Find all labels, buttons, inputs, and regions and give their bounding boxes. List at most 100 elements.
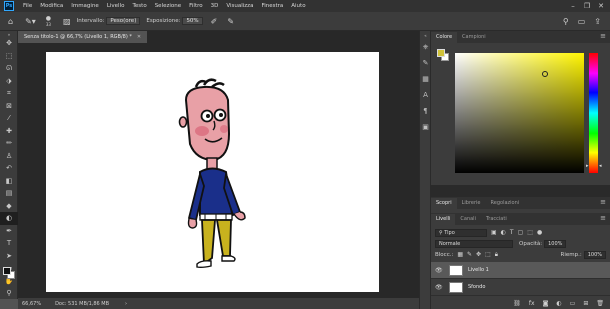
- close-window-button[interactable]: ✕: [594, 0, 608, 12]
- menu-file[interactable]: File: [19, 3, 36, 9]
- hue-slider-marker-left-icon[interactable]: ▸: [586, 163, 589, 169]
- history-panel-icon[interactable]: ⎈: [420, 39, 431, 55]
- tab-livelli[interactable]: Livelli: [431, 214, 456, 225]
- adjust-panel-icon[interactable]: ▦: [420, 71, 431, 87]
- document-canvas[interactable]: [46, 52, 379, 292]
- type-tool-icon[interactable]: T: [0, 237, 18, 250]
- menu-selezione[interactable]: Selezione: [151, 3, 185, 9]
- layer-row-livello-1[interactable]: 👁︎ Livello 1: [431, 262, 610, 279]
- interval-dropdown[interactable]: Peso(ore): [106, 17, 141, 25]
- home-icon[interactable]: ⌂: [8, 17, 13, 26]
- filter-pixel-icon[interactable]: ▣: [491, 229, 497, 236]
- crop-tool-icon[interactable]: ⌗: [0, 87, 18, 100]
- layer-style-icon[interactable]: fx: [529, 300, 535, 307]
- tab-regolazioni[interactable]: Regolazioni: [486, 198, 525, 209]
- color-picker-cursor[interactable]: [542, 71, 548, 77]
- hue-slider-marker-right-icon[interactable]: ◂: [599, 163, 602, 169]
- blend-mode-dropdown[interactable]: Normale: [435, 239, 513, 248]
- panel-menu-icon[interactable]: ≡: [600, 32, 606, 40]
- marquee-tool-icon[interactable]: ⬚: [0, 50, 18, 63]
- maximize-button[interactable]: ❐: [580, 0, 594, 12]
- menu-modifica[interactable]: Modifica: [36, 3, 67, 9]
- layer-filter-dropdown[interactable]: ⚲ Tipo: [435, 228, 487, 237]
- lock-artboard-icon[interactable]: ⬚: [485, 251, 491, 258]
- lock-pixels-icon[interactable]: ✎: [467, 251, 472, 258]
- search-icon[interactable]: ⚲: [563, 17, 569, 26]
- eyedropper-tool-icon[interactable]: ⁄: [0, 112, 18, 125]
- filter-adjustment-icon[interactable]: ◐: [501, 229, 506, 236]
- zoom-tool-icon[interactable]: ⚲: [0, 287, 18, 300]
- close-document-icon[interactable]: ✕: [137, 34, 141, 40]
- swatch-panel-icon[interactable]: ▣: [420, 119, 431, 135]
- delete-layer-icon[interactable]: 🗑︎: [596, 300, 604, 307]
- pen-tool-icon[interactable]: ✒: [0, 225, 18, 238]
- brush-panel-icon[interactable]: ✎: [420, 55, 431, 71]
- color-saturation-field[interactable]: [455, 53, 584, 173]
- filter-smart-object-icon[interactable]: ⬚: [527, 229, 533, 236]
- menu-3d[interactable]: 3D: [207, 3, 223, 9]
- share-icon[interactable]: ⇪: [594, 17, 601, 26]
- link-layers-icon[interactable]: ⛓: [513, 300, 521, 307]
- paragraph-panel-icon[interactable]: ¶: [420, 103, 431, 119]
- fill-input[interactable]: 100%: [583, 250, 606, 259]
- protect-tones-icon[interactable]: ✎: [227, 17, 234, 26]
- tab-campioni[interactable]: Campioni: [457, 32, 491, 43]
- status-menu-arrow[interactable]: ›: [125, 301, 127, 307]
- layer-row-sfondo[interactable]: 👁︎ Sfondo: [431, 279, 610, 296]
- new-layer-icon[interactable]: ⊞: [583, 300, 588, 307]
- brush-tool-icon[interactable]: ✏: [0, 137, 18, 150]
- dodge-tool-icon[interactable]: ◐: [0, 212, 18, 225]
- blur-tool-icon[interactable]: ◆: [0, 200, 18, 213]
- lasso-tool-icon[interactable]: ᘏ: [0, 62, 18, 75]
- airbrush-icon[interactable]: ✐: [211, 17, 218, 26]
- filter-toggle-icon[interactable]: ●: [537, 229, 542, 236]
- frame-tool-icon[interactable]: ⊠: [0, 100, 18, 113]
- quick-select-tool-icon[interactable]: ⬗: [0, 75, 18, 88]
- visibility-eye-icon[interactable]: 👁︎: [435, 267, 445, 274]
- eraser-tool-icon[interactable]: ◧: [0, 175, 18, 188]
- menu-immagine[interactable]: Immagine: [67, 3, 103, 9]
- tool-preset-icon[interactable]: ✎▾: [25, 17, 36, 26]
- lock-position-icon[interactable]: ✥: [476, 251, 481, 258]
- clone-stamp-tool-icon[interactable]: ♙: [0, 150, 18, 163]
- history-brush-tool-icon[interactable]: ↶: [0, 162, 18, 175]
- menu-finestra[interactable]: Finestra: [257, 3, 287, 9]
- tab-colore[interactable]: Colore: [431, 32, 458, 43]
- panel-menu-icon[interactable]: ≡: [600, 214, 606, 222]
- filter-shape-icon[interactable]: ▢: [518, 229, 524, 236]
- tab-librerie[interactable]: Librerie: [457, 198, 486, 209]
- lock-all-icon[interactable]: 🔒︎: [495, 251, 498, 259]
- tab-canali[interactable]: Canali: [455, 214, 481, 225]
- color-panel-foreground-swatch[interactable]: [437, 49, 445, 57]
- hue-slider[interactable]: [589, 53, 598, 173]
- menu-aiuto[interactable]: Aiuto: [287, 3, 309, 9]
- gradient-tool-icon[interactable]: ▤: [0, 187, 18, 200]
- expand-panels-icon[interactable]: «: [420, 31, 431, 39]
- document-info[interactable]: Doc: 531 MB/1,86 MB: [55, 301, 109, 307]
- path-select-tool-icon[interactable]: ➤: [0, 250, 18, 263]
- menu-testo[interactable]: Testo: [128, 3, 150, 9]
- panel-menu-icon[interactable]: ≡: [600, 198, 606, 206]
- menu-visualizza[interactable]: Visualizza: [222, 3, 257, 9]
- opacity-input[interactable]: 100%: [544, 239, 567, 248]
- document-tab[interactable]: Senza titolo-1 @ 66,7% (Livello 1, RGB/8…: [18, 31, 148, 43]
- visibility-eye-icon[interactable]: 👁︎: [435, 284, 445, 291]
- tab-tracciati[interactable]: Tracciati: [481, 214, 512, 225]
- brush-settings-icon[interactable]: ▨: [63, 17, 71, 26]
- menu-filtro[interactable]: Filtro: [185, 3, 206, 9]
- tab-scopri[interactable]: Scopri: [431, 198, 457, 209]
- exposure-input[interactable]: 50%: [182, 17, 203, 25]
- healing-brush-tool-icon[interactable]: ✚: [0, 125, 18, 138]
- workspace-icon[interactable]: ▭: [578, 17, 586, 26]
- add-mask-icon[interactable]: ◙: [543, 300, 549, 307]
- minimize-button[interactable]: –: [566, 0, 580, 12]
- new-group-icon[interactable]: ▭: [570, 300, 576, 307]
- foreground-color-swatch[interactable]: [3, 267, 11, 275]
- zoom-level[interactable]: 66,67%: [22, 301, 41, 307]
- filter-type-icon[interactable]: T: [510, 229, 514, 236]
- adjustment-layer-icon[interactable]: ◐: [556, 300, 561, 307]
- lock-transparency-icon[interactable]: ▦: [457, 251, 463, 258]
- character-panel-icon[interactable]: A: [420, 87, 431, 103]
- move-tool-icon[interactable]: ✥: [0, 37, 18, 50]
- menu-livello[interactable]: Livello: [103, 3, 129, 9]
